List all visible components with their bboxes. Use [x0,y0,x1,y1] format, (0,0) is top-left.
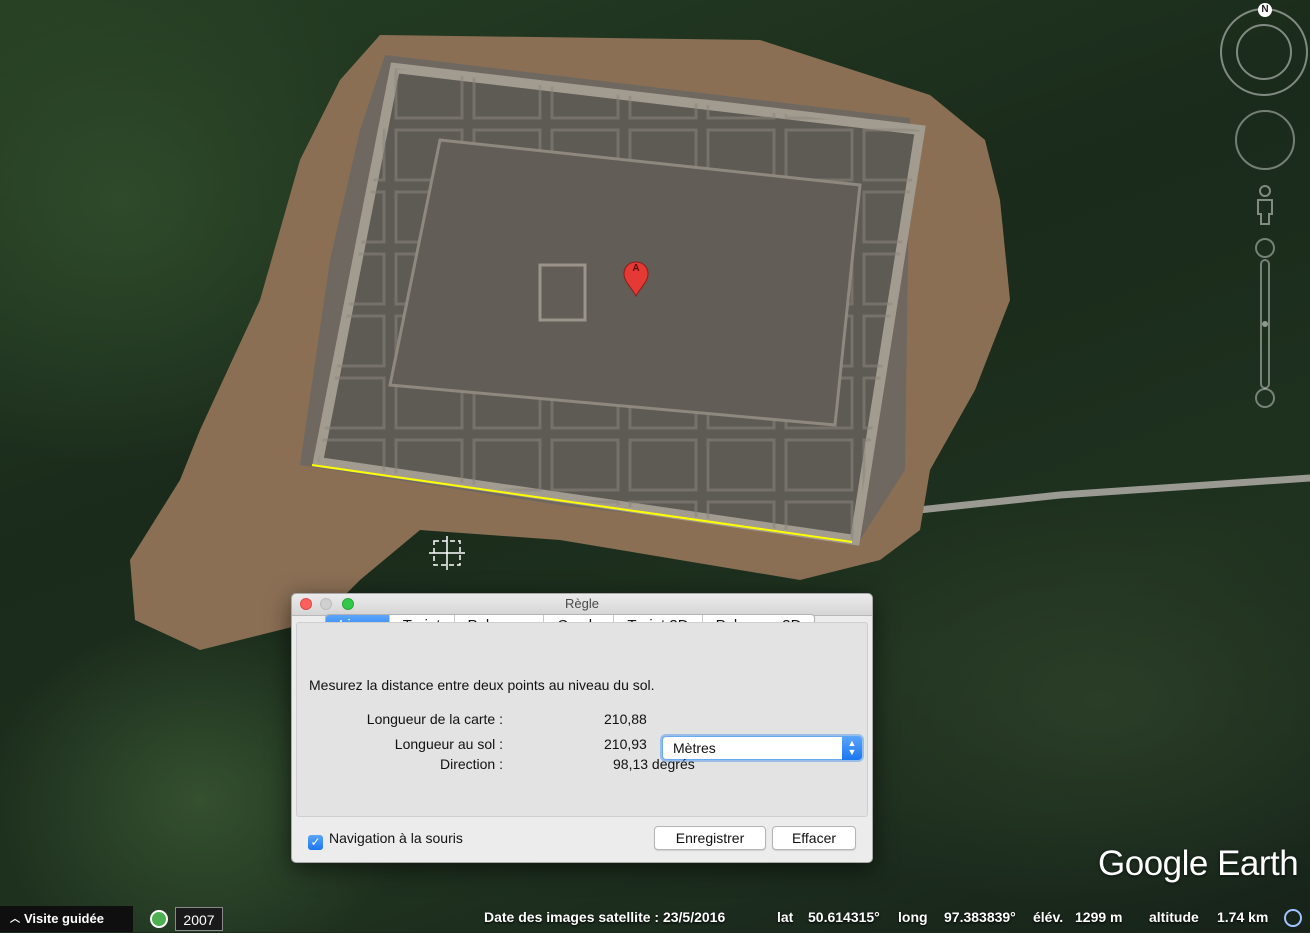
mouse-navigation-label: Navigation à la souris [329,830,463,846]
streaming-status-icon [1284,909,1302,927]
zoom-slider[interactable] [1254,238,1276,410]
long-label: long [898,909,928,925]
map-length-label: Longueur de la carte : [366,711,503,727]
unit-selected-value: Mètres [673,740,716,756]
ruler-dialog: Règle Ligne Trajet Polygone Cercle Traje… [291,593,873,863]
imagery-date: Date des images satellite : 23/5/2016 [484,909,726,925]
chevron-up-icon: ︿ [10,914,20,925]
measurement-panel: Mesurez la distance entre deux points au… [296,622,868,817]
map-length-value: 210,88 [604,711,647,727]
measure-description: Mesurez la distance entre deux points au… [309,677,655,693]
altitude-value: 1.74 km [1217,909,1269,925]
elev-value: 1299 m [1075,909,1123,925]
direction-value: 98,13 degrés [613,756,695,772]
compass-control[interactable]: N [1220,3,1308,96]
placemark-label: A [632,263,640,274]
dialog-title: Règle [565,596,599,611]
historical-imagery-clock-icon[interactable] [150,910,168,928]
tour-label: Visite guidée [24,911,104,926]
up-down-chevron-icon[interactable]: ▲ ▼ [842,736,862,760]
mouse-navigation-option[interactable]: ✓ Navigation à la souris [308,830,463,850]
elev-label: élév. [1033,909,1064,925]
look-joystick[interactable] [1235,110,1295,170]
crosshair-cursor-icon [429,536,465,570]
compass-ring[interactable] [1236,24,1292,80]
fortress-courtyard [388,138,862,427]
lat-label: lat [777,909,794,925]
clear-button[interactable]: Effacer [772,826,856,850]
street-view-pegman-icon[interactable] [1254,184,1276,226]
imagery-year[interactable]: 2007 [175,907,223,931]
ground-length-label: Longueur au sol : [394,736,503,752]
save-button[interactable]: Enregistrer [654,826,766,850]
dialog-titlebar[interactable]: Règle [292,594,872,616]
altitude-label: altitude [1149,909,1199,925]
long-value: 97.383839° [944,909,1016,925]
north-indicator[interactable]: N [1258,3,1272,17]
tour-button[interactable]: ︿ Visite guidée [0,906,133,932]
lat-value: 50.614315° [808,909,880,925]
ground-length-value: 210,93 [604,736,647,752]
direction-label: Direction : [439,756,503,772]
mouse-navigation-checkbox[interactable]: ✓ [308,835,323,850]
google-earth-logo: Google Earth [1098,844,1299,883]
causeway-path [899,474,1310,516]
